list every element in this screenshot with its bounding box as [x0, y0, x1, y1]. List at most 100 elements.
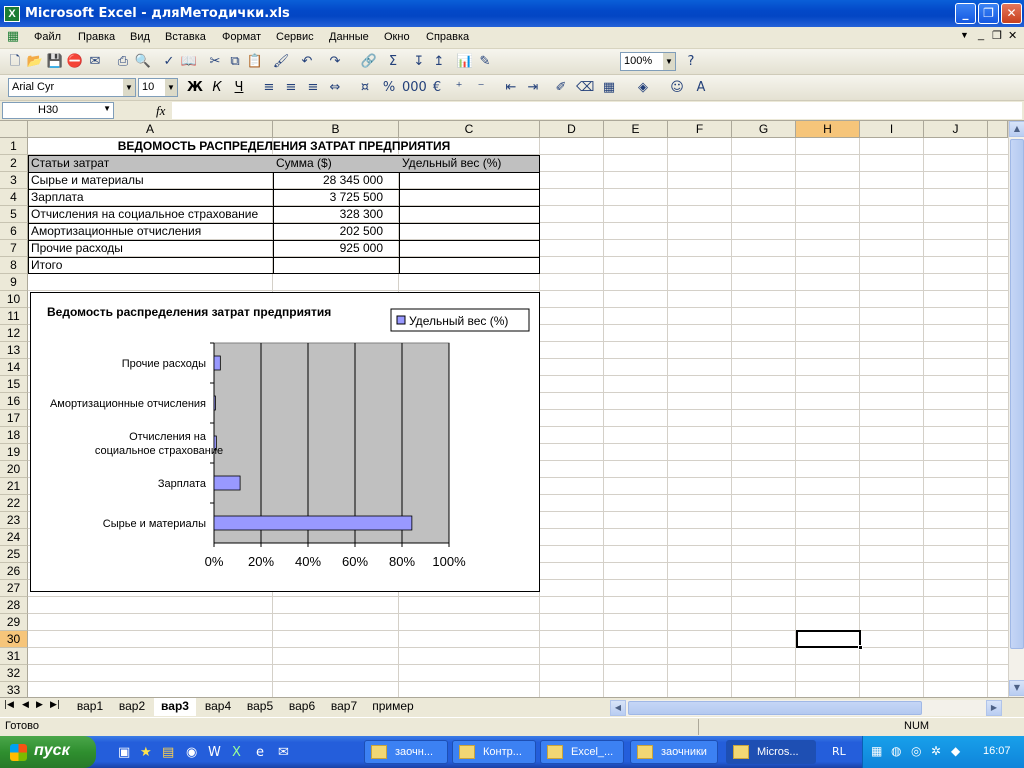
outlook-icon[interactable]: ✉: [278, 745, 289, 760]
excel-icon[interactable]: X: [4, 5, 20, 22]
spreadsheet-grid[interactable]: ABCDEFGHIJ 1 2 3 4 5 6 7 8 9 10 11 12 13 14 15 16 17 18 19…: [0, 121, 1008, 697]
task-button[interactable]: заочники: [630, 740, 718, 764]
zoom-select[interactable]: 100% ▼: [620, 52, 676, 71]
column-header-extra[interactable]: [988, 121, 1008, 138]
row-header[interactable]: 17: [0, 410, 28, 427]
name-box[interactable]: H30 ▼: [2, 102, 114, 119]
active-cell[interactable]: [796, 630, 861, 648]
scroll-up-icon[interactable]: ▲: [1009, 121, 1024, 137]
row-header[interactable]: 26: [0, 563, 28, 580]
word-icon[interactable]: W: [208, 745, 221, 760]
chevron-down-icon[interactable]: ▼: [103, 104, 111, 113]
horizontal-scrollbar[interactable]: ◀ ▶: [610, 700, 1002, 716]
align-left-icon[interactable]: ≡: [260, 79, 278, 97]
column-header-g[interactable]: G: [732, 121, 796, 138]
tray-app-icon[interactable]: ◆: [951, 744, 960, 758]
row-header[interactable]: 6: [0, 223, 28, 240]
sheet-tab[interactable]: вар2: [112, 698, 152, 716]
bold-button[interactable]: Ж: [186, 79, 204, 97]
percent-icon[interactable]: %: [380, 79, 398, 97]
scroll-thumb[interactable]: [1010, 139, 1024, 649]
hscroll-thumb[interactable]: [628, 701, 922, 715]
fill-color-icon[interactable]: ◈: [634, 79, 652, 97]
drawing-icon[interactable]: ✎: [476, 53, 494, 71]
table-cell[interactable]: Прочие расходы: [29, 240, 273, 257]
chevron-down-icon[interactable]: ▼: [663, 53, 675, 70]
row-header[interactable]: 22: [0, 495, 28, 512]
minimize-button[interactable]: _: [955, 3, 976, 24]
table-cell[interactable]: Отчисления на социальное страхование: [29, 206, 277, 223]
decrease-indent-icon[interactable]: ⇤: [502, 79, 520, 97]
next-sheet-icon[interactable]: ▶: [36, 700, 43, 710]
table-cell[interactable]: 3 725 500: [274, 189, 385, 206]
new-file-icon[interactable]: 🗋: [6, 53, 24, 71]
sheet-tab[interactable]: вар1: [70, 698, 110, 716]
column-header-i[interactable]: I: [860, 121, 924, 138]
email-icon[interactable]: ✉: [86, 53, 104, 71]
column-header-h[interactable]: H: [796, 121, 860, 138]
open-folder-icon[interactable]: 📂: [26, 53, 44, 71]
chevron-down-icon[interactable]: ▼: [123, 79, 135, 96]
sort-descending-icon[interactable]: ↥: [430, 53, 448, 71]
scroll-down-icon[interactable]: ▼: [1009, 680, 1024, 696]
row-header[interactable]: 20: [0, 461, 28, 478]
row-header[interactable]: 8: [0, 257, 28, 274]
save-icon[interactable]: 💾: [46, 53, 64, 71]
row-header[interactable]: 9: [0, 274, 28, 291]
sheet-tab[interactable]: вар5: [240, 698, 280, 716]
row-header[interactable]: 30: [0, 631, 28, 648]
doc-minimize-button[interactable]: _: [978, 29, 984, 41]
font-size-select[interactable]: 10 ▼: [138, 78, 178, 97]
menu-window[interactable]: Окно: [384, 31, 410, 43]
task-button[interactable]: Excel_...: [540, 740, 624, 764]
borders-icon[interactable]: ▦: [600, 79, 618, 97]
row-header[interactable]: 14: [0, 359, 28, 376]
table-cell[interactable]: 328 300: [274, 206, 385, 223]
row-header[interactable]: 23: [0, 512, 28, 529]
font-name-select[interactable]: Arial Cyr ▼: [8, 78, 136, 97]
chart-wizard-icon[interactable]: 📊: [456, 53, 474, 71]
menu-format[interactable]: Формат: [222, 31, 261, 43]
menu-insert[interactable]: Вставка: [165, 31, 206, 43]
undo-icon[interactable]: ↶: [298, 53, 316, 71]
vertical-scrollbar[interactable]: ▲ ▼: [1008, 121, 1024, 697]
copy-icon[interactable]: ⧉: [226, 53, 244, 71]
folder-icon[interactable]: ▤: [162, 745, 174, 760]
row-header[interactable]: 2: [0, 155, 28, 172]
table-cell[interactable]: Амортизационные отчисления: [29, 223, 273, 240]
font-color-icon[interactable]: A: [692, 79, 710, 97]
sheet-tab[interactable]: вар6: [282, 698, 322, 716]
row-header[interactable]: 1: [0, 138, 28, 155]
row-header[interactable]: 10: [0, 291, 28, 308]
research-icon[interactable]: 📖: [180, 53, 198, 71]
smiley-icon[interactable]: ☺: [668, 79, 686, 97]
doc-restore-button[interactable]: ❐: [992, 29, 1002, 42]
task-button-active[interactable]: Micros...: [726, 740, 816, 764]
row-header[interactable]: 7: [0, 240, 28, 257]
table-cell[interactable]: 202 500: [274, 223, 385, 240]
row-header[interactable]: 33: [0, 682, 28, 697]
row-header[interactable]: 3: [0, 172, 28, 189]
header-cell[interactable]: Удельный вес (%): [400, 155, 540, 172]
chevron-down-icon[interactable]: ▼: [165, 79, 177, 96]
quicklaunch-icon[interactable]: ★: [140, 745, 152, 760]
desktop-icon[interactable]: ▣: [118, 745, 130, 760]
excel-doc-icon[interactable]: ▦: [4, 28, 22, 46]
column-header-a[interactable]: A: [28, 121, 273, 138]
euro-icon[interactable]: €: [428, 79, 446, 97]
column-header-e[interactable]: E: [604, 121, 668, 138]
paste-icon[interactable]: 📋: [246, 53, 264, 71]
column-header-f[interactable]: F: [668, 121, 732, 138]
underline-button[interactable]: Ч: [230, 79, 248, 97]
bar-chart[interactable]: Ведомость распределения затрат предприят…: [30, 292, 540, 592]
erase-border-icon[interactable]: ⌫: [576, 79, 594, 97]
header-cell[interactable]: Статьи затрат: [29, 155, 273, 172]
task-button[interactable]: Контр...: [452, 740, 536, 764]
row-header[interactable]: 29: [0, 614, 28, 631]
fill-handle[interactable]: [858, 645, 863, 650]
table-title[interactable]: ВЕДОМОСТЬ РАСПРЕДЕЛЕНИЯ ЗАТРАТ ПРЕДПРИЯТ…: [28, 138, 540, 155]
sort-ascending-icon[interactable]: ↧: [410, 53, 428, 71]
menu-help[interactable]: Справка: [426, 31, 469, 43]
permission-icon[interactable]: ⛔: [66, 53, 84, 71]
align-center-icon[interactable]: ≡: [282, 79, 300, 97]
